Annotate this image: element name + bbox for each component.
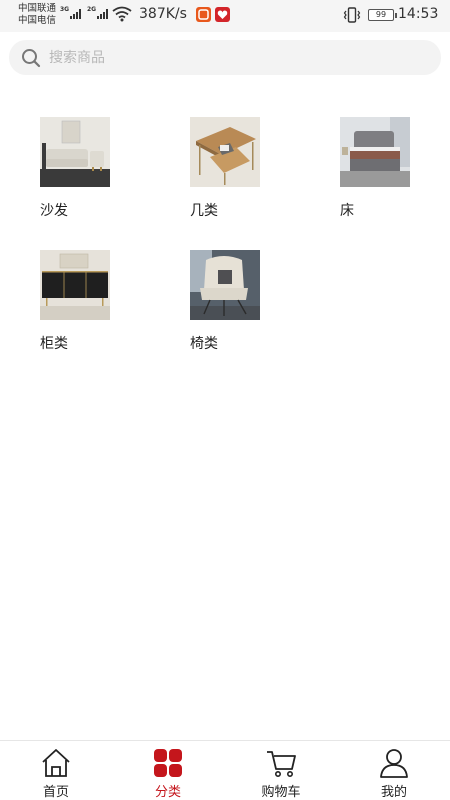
- tab-profile[interactable]: 我的: [338, 741, 450, 800]
- bottom-tab-bar: 首页 分类 购物车 我的: [0, 740, 450, 800]
- coffee-table-thumbnail[interactable]: [190, 117, 260, 187]
- category-item-chair[interactable]: 椅类: [190, 250, 260, 352]
- cart-icon[interactable]: [265, 747, 297, 779]
- status-bar: 中国联通 中国电信 3G 2G 387K/s 99 14:53: [0, 0, 450, 32]
- tab-category[interactable]: 分类: [112, 741, 224, 800]
- app-notification-icon: [196, 7, 211, 22]
- category-label[interactable]: 床: [340, 200, 354, 220]
- battery-icon: 99: [368, 9, 397, 21]
- cabinet-thumbnail[interactable]: [40, 250, 110, 320]
- user-icon[interactable]: [378, 747, 410, 779]
- vibrate-icon: [343, 7, 361, 23]
- chair-thumbnail[interactable]: [190, 250, 260, 320]
- search-bar[interactable]: [9, 40, 441, 75]
- app-notification-2-icon: [215, 7, 230, 22]
- clock: 14:53: [398, 6, 439, 22]
- home-icon[interactable]: [40, 747, 72, 779]
- tab-label[interactable]: 我的: [338, 781, 450, 800]
- bed-thumbnail[interactable]: [340, 117, 410, 187]
- search-icon[interactable]: [21, 48, 41, 68]
- carrier-1: 中国联通: [18, 3, 57, 14]
- network-speed: 387K/s: [139, 6, 187, 22]
- category-item-tables[interactable]: 几类: [190, 117, 260, 219]
- wifi-icon: [112, 6, 132, 22]
- tab-label[interactable]: 首页: [0, 781, 112, 800]
- category-label[interactable]: 沙发: [40, 200, 68, 220]
- tab-cart[interactable]: 购物车: [225, 741, 337, 800]
- category-label[interactable]: 柜类: [40, 333, 68, 353]
- search-bar-area: [0, 32, 450, 86]
- sofa-thumbnail[interactable]: [40, 117, 110, 187]
- category-grid-icon[interactable]: [152, 747, 184, 779]
- category-item-sofa[interactable]: 沙发: [40, 117, 110, 219]
- category-item-cabinet[interactable]: 柜类: [40, 250, 110, 352]
- category-label[interactable]: 椅类: [190, 333, 218, 353]
- category-label[interactable]: 几类: [190, 200, 218, 220]
- tab-home[interactable]: 首页: [0, 741, 112, 800]
- search-input[interactable]: [49, 40, 429, 75]
- tab-label[interactable]: 购物车: [225, 781, 337, 800]
- tab-label[interactable]: 分类: [112, 781, 224, 800]
- carrier-2: 中国电信: [18, 15, 57, 26]
- category-item-bed[interactable]: 床: [340, 117, 410, 219]
- battery-level: 99: [375, 10, 387, 19]
- carrier-info: 中国联通 中国电信: [18, 3, 56, 27]
